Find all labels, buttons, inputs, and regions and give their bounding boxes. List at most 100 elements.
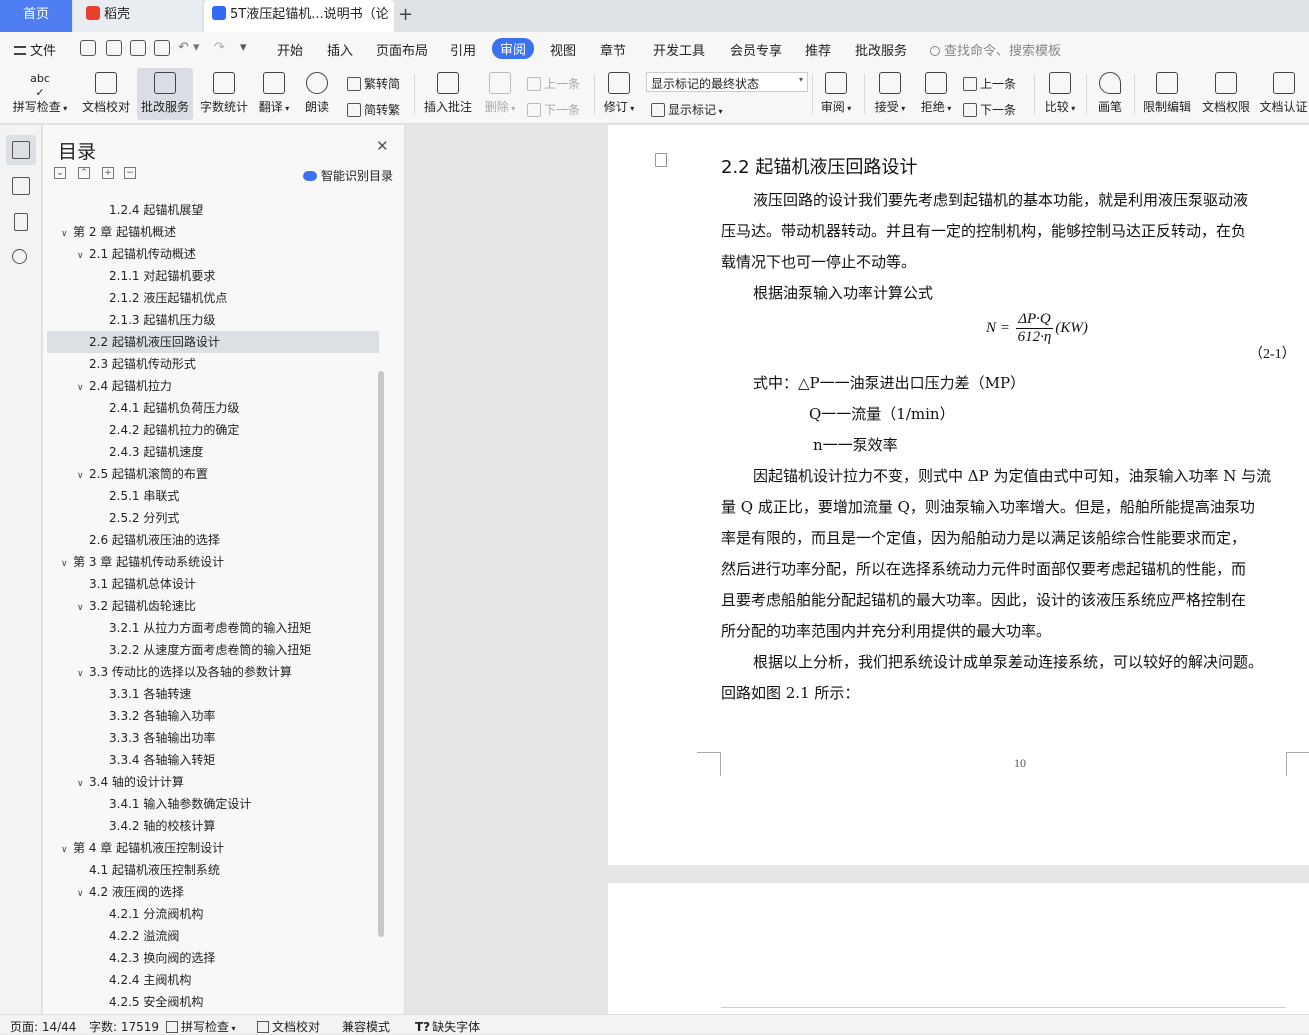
spell-check-button[interactable]: abc ✓ 拼写检查 ▾	[8, 68, 72, 120]
toc-item[interactable]: 4.2.2 溢流阀	[47, 925, 379, 947]
toc-icon[interactable]	[12, 141, 30, 159]
toc-item[interactable]: 2.2 起锚机液压回路设计	[47, 331, 379, 353]
toc-item[interactable]: ∨ 第 3 章 起锚机传动系统设计	[47, 551, 379, 573]
toc-item[interactable]: 4.2.1 分流阀机构	[47, 903, 379, 925]
read-aloud-button[interactable]: 朗读	[298, 68, 336, 120]
chevron-down-icon[interactable]: ∨	[77, 597, 89, 619]
redo-icon[interactable]: ↷	[214, 40, 225, 55]
toc-item[interactable]: ∨ 4.2 液压阀的选择	[47, 881, 379, 903]
toc-item[interactable]: 4.2.5 安全阀机构	[47, 991, 379, 1007]
page-indicator[interactable]: 页面: 14/44	[10, 1018, 76, 1035]
toc-item[interactable]: 4.2.3 换向阀的选择	[47, 947, 379, 969]
toc-item[interactable]: 3.3.4 各轴输入转矩	[47, 749, 379, 771]
toc-item[interactable]: ∨ 第 4 章 起锚机液压控制设计	[47, 837, 379, 859]
simp-to-trad-button[interactable]: 简转繁	[347, 101, 400, 118]
ai-recognize-toc-button[interactable]: 智能识别目录	[303, 167, 393, 184]
chevron-down-icon[interactable]: ∨	[77, 883, 89, 905]
chevron-down-icon[interactable]: ∨	[77, 465, 89, 487]
toc-item[interactable]: ∨ 2.5 起锚机滚筒的布置	[47, 463, 379, 485]
chevron-down-icon[interactable]: ∨	[77, 663, 89, 685]
toc-item[interactable]: 3.2.2 从速度方面考虑卷筒的输入扭矩	[47, 639, 379, 661]
toc-item[interactable]: 2.5.2 分列式	[47, 507, 379, 529]
toc-item[interactable]: 2.6 起锚机液压油的选择	[47, 529, 379, 551]
toc-item[interactable]: 3.2.1 从拉力方面考虑卷筒的输入扭矩	[47, 617, 379, 639]
menu-chapter[interactable]: 章节	[600, 40, 626, 59]
close-icon[interactable]: ✕	[376, 137, 389, 155]
compare-button[interactable]: 比较 ▾	[1040, 68, 1080, 120]
expand-up-icon[interactable]: ⌃	[78, 167, 90, 179]
toc-item[interactable]: 2.1.3 起锚机压力级	[47, 309, 379, 331]
toc-item[interactable]: 2.3 起锚机传动形式	[47, 353, 379, 375]
remove-heading-icon[interactable]: −	[124, 167, 136, 179]
trad-to-simp-button[interactable]: 繁转简	[347, 75, 400, 92]
menu-view[interactable]: 视图	[550, 40, 576, 59]
file-menu[interactable]: 文件	[14, 40, 56, 59]
toc-item[interactable]: ∨ 3.4 轴的设计计算	[47, 771, 379, 793]
toc-item[interactable]: 2.4.3 起锚机速度	[47, 441, 379, 463]
chevron-down-icon[interactable]: ∨	[77, 377, 89, 399]
toc-item[interactable]: 1.2.4 起锚机展望	[47, 199, 379, 221]
search-icon[interactable]	[12, 249, 27, 264]
track-changes-button[interactable]: 修订 ▾	[600, 68, 638, 120]
next-document-page[interactable]	[608, 883, 1309, 1014]
bookmark-icon[interactable]	[14, 213, 28, 231]
menu-member[interactable]: 会员专享	[730, 40, 782, 59]
insert-comment-button[interactable]: 插入批注	[420, 68, 476, 120]
toc-item[interactable]: ∨ 3.2 起锚机齿轮速比	[47, 595, 379, 617]
review-pane-button[interactable]: 审阅 ▾	[818, 68, 854, 120]
toc-item[interactable]: 4.1 起锚机液压控制系统	[47, 859, 379, 881]
menu-correction-service[interactable]: 批改服务	[855, 40, 907, 59]
compat-mode-indicator[interactable]: 兼容模式	[342, 1018, 390, 1035]
next-change-button[interactable]: 下一条	[963, 101, 1016, 118]
word-count-indicator[interactable]: 字数: 17519	[89, 1018, 159, 1035]
restrict-edit-button[interactable]: 限制编辑	[1140, 68, 1194, 120]
new-tab-button[interactable]: +	[398, 0, 416, 32]
chevron-down-icon[interactable]: ∨	[77, 773, 89, 795]
toc-item[interactable]: 4.2.4 主阀机构	[47, 969, 379, 991]
print-icon[interactable]	[130, 40, 146, 56]
toc-item[interactable]: 3.1 起锚机总体设计	[47, 573, 379, 595]
next-comment-button[interactable]: 下一条	[527, 101, 580, 118]
tab-home[interactable]: 首页	[0, 0, 72, 32]
chevron-down-icon[interactable]: ∨	[77, 245, 89, 267]
toc-item[interactable]: 3.4.2 轴的校核计算	[47, 815, 379, 837]
toc-item[interactable]: 3.3.2 各轴输入功率	[47, 705, 379, 727]
doc-proof-button[interactable]: 文档校对	[78, 68, 134, 120]
toc-item[interactable]: 2.4.1 起锚机负荷压力级	[47, 397, 379, 419]
menu-developer[interactable]: 开发工具	[653, 40, 705, 59]
pen-button[interactable]: 画笔	[1092, 68, 1128, 120]
toc-item[interactable]: 3.3.3 各轴输出功率	[47, 727, 379, 749]
tab-daoke[interactable]: 稻壳	[74, 0, 202, 32]
toc-scrollbar[interactable]	[378, 371, 384, 937]
chevron-down-icon[interactable]: ∨	[61, 223, 73, 245]
chevron-down-icon[interactable]: ∨	[61, 839, 73, 861]
toc-item[interactable]: 3.3.1 各轴转速	[47, 683, 379, 705]
toc-item[interactable]: 3.4.1 输入轴参数确定设计	[47, 793, 379, 815]
show-markup-button[interactable]: 显示标记 ▾	[651, 101, 723, 118]
command-search[interactable]: 查找命令、搜索模板	[930, 40, 1061, 59]
correction-service-button[interactable]: 批改服务	[137, 68, 193, 120]
chevron-down-icon[interactable]: ∨	[61, 553, 73, 575]
toc-item[interactable]: 2.5.1 串联式	[47, 485, 379, 507]
add-heading-icon[interactable]: +	[102, 167, 114, 179]
markup-state-select[interactable]: 显示标记的最终状态 ▾	[646, 72, 808, 92]
menu-start[interactable]: 开始	[277, 40, 303, 59]
toc-item[interactable]: ∨ 第 2 章 起锚机概述	[47, 221, 379, 243]
status-spell-check[interactable]: 拼写检查 ▾	[166, 1018, 236, 1035]
delete-comment-button[interactable]: 删除 ▾	[480, 68, 520, 120]
quick-access-more-icon[interactable]: ▾	[240, 40, 247, 55]
missing-font-indicator[interactable]: T? 缺失字体	[415, 1018, 480, 1035]
chapter-nav-icon[interactable]	[12, 177, 30, 195]
print-preview-icon[interactable]	[154, 40, 170, 56]
prev-change-button[interactable]: 上一条	[963, 75, 1016, 92]
save-icon[interactable]	[80, 40, 96, 56]
toc-item[interactable]: ∨ 2.1 起锚机传动概述	[47, 243, 379, 265]
menu-references[interactable]: 引用	[450, 40, 476, 59]
prev-comment-button[interactable]: 上一条	[527, 75, 580, 92]
accept-button[interactable]: 接受 ▾	[870, 68, 910, 120]
collapse-all-icon[interactable]: ⌄	[54, 167, 66, 179]
toc-item[interactable]: 2.4.2 起锚机拉力的确定	[47, 419, 379, 441]
document-page[interactable]: 2.2 起锚机液压回路设计 液压回路的设计我们要先考虑到起锚机的基本功能，就是利…	[608, 125, 1309, 865]
export-icon[interactable]	[106, 40, 122, 56]
word-count-button[interactable]: 字数统计	[196, 68, 252, 120]
